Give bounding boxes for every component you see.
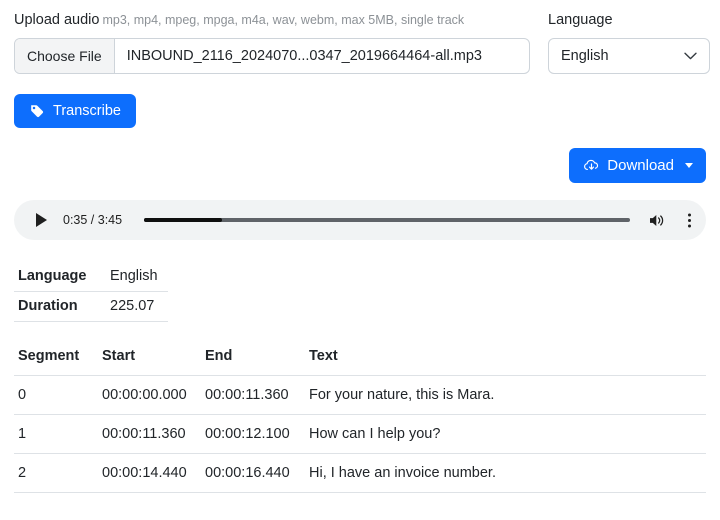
segment-start: 00:00:11.360 (98, 414, 201, 454)
segments-table: Segment Start End Text 0 00:00:00.000 00:0… (14, 348, 706, 493)
language-select[interactable]: English (548, 38, 710, 74)
segment-end: 00:00:12.100 (201, 414, 305, 454)
language-field-group: Language English (548, 11, 710, 74)
column-header-start: Start (98, 348, 201, 376)
upload-row: Upload audio mp3, mp4, mpeg, mpga, m4a, w… (0, 0, 720, 74)
column-header-text: Text (305, 348, 706, 376)
transcribe-button-label: Transcribe (53, 103, 121, 119)
segment-index: 1 (14, 414, 98, 454)
audio-player-wrap: 0:35 / 3:45 (0, 183, 720, 240)
file-input[interactable]: Choose File INBOUND_2116_2024070...0347_… (14, 38, 530, 74)
segment-text: Hi, I have an invoice number. (305, 453, 706, 493)
column-header-segment: Segment (14, 348, 98, 376)
metadata-value: 225.07 (100, 291, 168, 322)
segments-header-row: Segment Start End Text (14, 348, 706, 376)
seek-progress-fill (144, 218, 222, 222)
transcription-app: Upload audio mp3, mp4, mpeg, mpga, m4a, w… (0, 0, 720, 520)
language-selected-value: English (561, 48, 609, 64)
download-button-label: Download (607, 157, 674, 174)
segment-end: 00:00:11.360 (201, 375, 305, 415)
player-time-label: 0:35 / 3:45 (63, 213, 123, 227)
audio-player: 0:35 / 3:45 (14, 200, 706, 240)
upload-audio-hint: mp3, mp4, mpeg, mpga, m4a, wav, webm, ma… (102, 13, 465, 27)
segment-text: How can I help you? (305, 414, 706, 454)
selected-file-name: INBOUND_2116_2024070...0347_2019664464-a… (126, 48, 482, 64)
table-row: 0 00:00:00.000 00:00:11.360 For your nature… (14, 375, 706, 415)
segment-index: 0 (14, 375, 98, 415)
metadata-key: Language (14, 262, 100, 292)
play-icon[interactable] (36, 213, 47, 227)
choose-file-button[interactable]: Choose File (15, 39, 115, 73)
metadata-key: Duration (14, 291, 100, 322)
segment-start: 00:00:14.440 (98, 453, 201, 493)
metadata-row: Duration 225.07 (14, 291, 168, 322)
metadata-row: Language English (14, 262, 168, 292)
download-row: Download (0, 128, 720, 183)
upload-audio-label-text: Upload audio (14, 12, 100, 28)
chevron-down-icon (684, 52, 697, 60)
transcribe-row: Transcribe (0, 74, 720, 128)
caret-down-icon[interactable] (685, 163, 693, 168)
segment-index: 2 (14, 453, 98, 493)
metadata-value: English (100, 262, 168, 292)
segment-text: For your nature, this is Mara. (305, 375, 706, 415)
metadata-table: Language English Duration 225.07 (14, 262, 168, 322)
segments-section: Segment Start End Text 0 00:00:00.000 00:0… (0, 322, 720, 493)
cloud-download-icon (583, 157, 600, 174)
metadata-section: Language English Duration 225.07 (0, 240, 720, 322)
download-button[interactable]: Download (569, 148, 706, 183)
table-row: 2 00:00:14.440 00:00:16.440 Hi, I have an i… (14, 453, 706, 493)
column-header-end: End (201, 348, 305, 376)
volume-icon[interactable] (648, 212, 667, 229)
segment-end: 00:00:16.440 (201, 453, 305, 493)
upload-audio-label: Upload audio mp3, mp4, mpeg, mpga, m4a, w… (14, 11, 530, 29)
more-vertical-icon[interactable] (687, 212, 692, 229)
segment-start: 00:00:00.000 (98, 375, 201, 415)
upload-field-group: Upload audio mp3, mp4, mpeg, mpga, m4a, w… (14, 11, 530, 74)
transcribe-button[interactable]: Transcribe (14, 94, 136, 128)
language-label: Language (548, 12, 613, 28)
tag-icon (29, 103, 45, 119)
seek-slider[interactable] (144, 218, 630, 222)
table-row: 1 00:00:11.360 00:00:12.100 How can I help … (14, 414, 706, 454)
